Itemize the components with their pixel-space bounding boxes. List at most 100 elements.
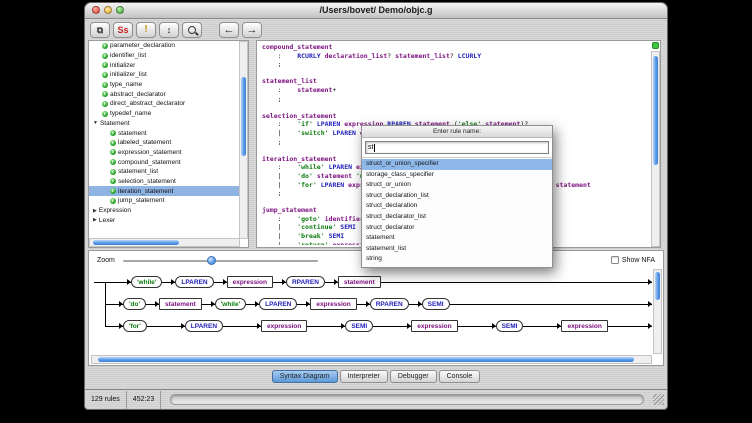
tree-item-statement_list[interactable]: rstatement_list xyxy=(89,167,240,177)
tab-console[interactable]: Console xyxy=(439,370,481,383)
zoom-slider-knob[interactable] xyxy=(207,256,216,265)
tree-item-parameter_declaration[interactable]: rparameter_declaration xyxy=(89,41,240,51)
completion-item-statement_list[interactable]: statement_list xyxy=(362,244,552,255)
tree-vertical-scrollbar[interactable] xyxy=(239,41,248,239)
diagram-node-expression[interactable]: expression xyxy=(310,298,356,310)
tree-item-label: Expression xyxy=(99,207,131,214)
diagram-node-lparen[interactable]: LPAREN xyxy=(185,320,223,332)
completion-item-struct_declaration_list[interactable]: struct_declaration_list xyxy=(362,191,552,202)
tab-interpreter[interactable]: Interpreter xyxy=(340,370,388,383)
tree-item-direct_abstract_declarator[interactable]: rdirect_abstract_declarator xyxy=(89,99,240,109)
diagram-node-expression[interactable]: expression xyxy=(561,320,607,332)
rule-icon: r xyxy=(110,198,116,204)
up-down-icon: ↕ xyxy=(167,26,172,35)
completion-item-storage_class_specifier[interactable]: storage_class_specifier xyxy=(362,170,552,181)
tree-item-compound_statement[interactable]: rcompound_statement xyxy=(89,157,240,167)
back-button[interactable]: ← xyxy=(219,22,239,38)
scrollbar-thumb[interactable] xyxy=(98,357,635,362)
tree-item-initializer[interactable]: rinitializer xyxy=(89,60,240,70)
show-nfa-checkbox[interactable] xyxy=(611,256,619,264)
disclosure-open-icon[interactable]: ▼ xyxy=(93,120,98,126)
caret-position: 452:23 xyxy=(127,391,161,409)
forward-button[interactable]: → xyxy=(242,22,262,38)
diagram-node-expression[interactable]: expression xyxy=(411,320,457,332)
disclosure-closed-icon[interactable]: ▶ xyxy=(93,217,97,223)
resize-grip-icon[interactable] xyxy=(653,394,664,405)
tree-item-abstract_declarator[interactable]: rabstract_declarator xyxy=(89,89,240,99)
tree-horizontal-scrollbar[interactable] xyxy=(89,238,240,247)
panel-splitter[interactable] xyxy=(249,40,256,248)
rule-icon: r xyxy=(110,140,116,146)
rule-name-popup: Enter rule name: st struct_or_union_spec… xyxy=(361,125,553,268)
tree-item-statement[interactable]: rstatement xyxy=(89,128,240,138)
completion-item-struct_or_union[interactable]: struct_or_union xyxy=(362,180,552,191)
rule-icon: r xyxy=(110,178,116,184)
tree-item-label: abstract_declarator xyxy=(110,91,166,98)
syntax-color-button[interactable]: Ss xyxy=(113,22,133,38)
diagram-node-rparen[interactable]: RPAREN xyxy=(286,276,325,288)
tree-item-iteration_statement[interactable]: riteration_statement xyxy=(89,186,240,196)
completion-item-struct_or_union_specifier[interactable]: struct_or_union_specifier xyxy=(362,159,552,170)
minimize-window-button[interactable] xyxy=(104,6,112,14)
tree-group-lexer[interactable]: ▶Lexer xyxy=(89,215,240,225)
tree-item-expression_statement[interactable]: rexpression_statement xyxy=(89,148,240,158)
diagram-node-lparen[interactable]: LPAREN xyxy=(259,298,297,310)
tree-group-expression[interactable]: ▶Expression xyxy=(89,206,240,216)
tree-item-selection_statement[interactable]: rselection_statement xyxy=(89,177,240,187)
scrollbar-thumb[interactable] xyxy=(653,56,658,165)
tree-item-label: initializer_list xyxy=(110,71,147,78)
diagram-node-rparen[interactable]: RPAREN xyxy=(370,298,409,310)
tab-syntax-diagram[interactable]: Syntax Diagram xyxy=(272,370,338,383)
check-grammar-button[interactable]: ! xyxy=(136,22,156,38)
tree-group-statement[interactable]: ▼Statement xyxy=(89,119,240,129)
diagram-alternative-3: 'for' LPAREN expression SEMI expression SEMI e… xyxy=(91,315,652,337)
tree-item-jump_statement[interactable]: rjump_statement xyxy=(89,196,240,206)
console-button[interactable]: ⧉ xyxy=(90,22,110,38)
diagram-node-expression[interactable]: expression xyxy=(227,276,273,288)
zoom-window-button[interactable] xyxy=(116,6,124,14)
tree-item-identifier_list[interactable]: ridentifier_list xyxy=(89,51,240,61)
completion-item-struct_declarator[interactable]: struct_declarator xyxy=(362,223,552,234)
diagram-node-semi[interactable]: SEMI xyxy=(345,320,373,332)
diagram-node-do[interactable]: 'do' xyxy=(123,298,146,310)
diagram-node-statement[interactable]: statement xyxy=(338,276,381,288)
rule-icon: r xyxy=(102,91,108,97)
editor-line: : statement+ xyxy=(262,86,649,95)
diagram-node-while[interactable]: 'while' xyxy=(131,276,162,288)
completion-item-struct_declaration[interactable]: struct_declaration xyxy=(362,201,552,212)
completion-item-statement[interactable]: statement xyxy=(362,233,552,244)
rule-icon: r xyxy=(110,169,116,175)
disclosure-closed-icon[interactable]: ▶ xyxy=(93,208,97,214)
diagram-node-semi[interactable]: SEMI xyxy=(422,298,450,310)
completion-item-string[interactable]: string xyxy=(362,254,552,265)
editor-line: ; xyxy=(262,95,649,104)
tree-item-initializer_list[interactable]: rinitializer_list xyxy=(89,70,240,80)
rule-name-input[interactable]: st xyxy=(365,141,549,154)
diagram-node-expression[interactable]: expression xyxy=(261,320,307,332)
scrollbar-thumb[interactable] xyxy=(93,240,179,245)
scrollbar-thumb[interactable] xyxy=(241,77,246,155)
zoom-slider[interactable] xyxy=(123,255,318,265)
grammar-ok-indicator xyxy=(652,42,659,49)
diagram-node-lparen[interactable]: LPAREN xyxy=(175,276,213,288)
completion-item-struct_declarator_list[interactable]: struct_declarator_list xyxy=(362,212,552,223)
diagram-node-statement[interactable]: statement xyxy=(159,298,202,310)
tree-item-type_name[interactable]: rtype_name xyxy=(89,80,240,90)
close-window-button[interactable] xyxy=(92,6,100,14)
tree-item-typedef_name[interactable]: rtypedef_name xyxy=(89,109,240,119)
diagram-node-semi[interactable]: SEMI xyxy=(496,320,524,332)
editor-line: : RCURLY declaration_list? statement_lis… xyxy=(262,52,649,61)
find-button[interactable] xyxy=(182,22,202,38)
diagram-horizontal-scrollbar[interactable] xyxy=(91,355,652,364)
scrollbar-thumb[interactable] xyxy=(655,272,660,300)
tab-debugger[interactable]: Debugger xyxy=(390,370,437,383)
diagram-node-for[interactable]: 'for' xyxy=(123,320,147,332)
rule-tree: rparameter_declarationridentifier_listri… xyxy=(89,41,240,239)
editor-vertical-scrollbar[interactable] xyxy=(651,51,660,247)
tree-item-labeled_statement[interactable]: rlabeled_statement xyxy=(89,138,240,148)
diagram-vertical-scrollbar[interactable] xyxy=(653,269,662,354)
window-title: /Users/bovet/ Demo/objc.g xyxy=(319,5,432,15)
title-bar[interactable]: /Users/bovet/ Demo/objc.g xyxy=(85,3,667,19)
sort-rules-button[interactable]: ↕ xyxy=(159,22,179,38)
diagram-node-while[interactable]: 'while' xyxy=(215,298,246,310)
